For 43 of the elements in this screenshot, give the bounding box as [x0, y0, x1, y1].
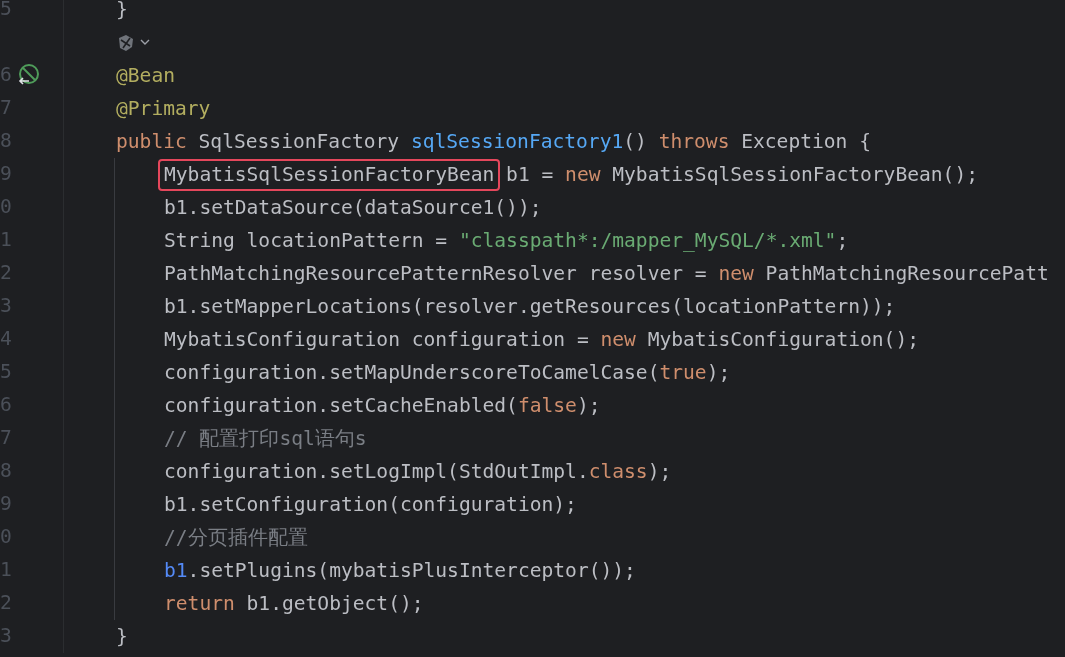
code-text: class [588, 459, 648, 484]
code-text: b1.getObject(); [245, 591, 424, 616]
code-text: new [718, 261, 754, 286]
code-text: b1.setMapperLocations(resolver.getResources(locationPattern)); [164, 294, 896, 319]
code-text: // 配置打印sql语句s [164, 426, 367, 451]
code-text: ; [836, 228, 849, 253]
code-text: return [164, 591, 235, 616]
code-text: b1 = [505, 162, 555, 187]
code-text: @Bean [116, 63, 175, 88]
code-text: throws [658, 129, 730, 154]
code-text: PathMatchingResourcePatternResolver resolver = [164, 261, 708, 286]
code-text: ); [706, 360, 731, 385]
code-text: public [116, 129, 187, 154]
code-text: b1.setDataSource(dataSource1()); [164, 195, 542, 220]
code-text: Exception { [740, 129, 871, 154]
highlighted-code: MybatisSqlSessionFactoryBean [158, 158, 501, 191]
code-text: //分页插件配置 [164, 525, 308, 550]
knot-icon[interactable] [116, 32, 136, 53]
code-text: MybatisConfiguration(); [646, 327, 919, 352]
code-text: new [565, 162, 601, 187]
code-text: configuration.setLogImpl(StdOutImpl. [164, 459, 589, 484]
code-text: } [116, 0, 128, 22]
code-text: PathMatchingResourcePatt [764, 261, 1049, 286]
code-text: } [116, 624, 128, 649]
code-text: b1.setConfiguration(configuration); [164, 492, 577, 517]
code-text: () [623, 129, 648, 154]
code-text: configuration.setCacheEnabled( [164, 393, 518, 418]
code-text: b1 [164, 558, 188, 583]
code-text: configuration.setMapUnderscoreToCamelCase( [164, 360, 660, 385]
code-text: MybatisSqlSessionFactoryBean(); [611, 162, 978, 187]
code-text: "classpath*:/mapper_MySQL/*.xml" [458, 228, 837, 253]
code-text: false [517, 393, 577, 418]
code-text: @Primary [116, 96, 211, 121]
code-text: .setPlugins(mybatisPlusInterceptor()); [187, 558, 636, 583]
code-text: String locationPattern = [164, 228, 449, 253]
code-text: new [600, 327, 636, 352]
code-text: ); [576, 393, 601, 418]
code-text: sqlSessionFactory1 [410, 129, 624, 154]
code-text: MybatisConfiguration configuration = [164, 327, 590, 352]
code-text: true [659, 360, 707, 385]
chevron-down-icon[interactable] [140, 39, 150, 46]
code-text: SqlSessionFactory [197, 129, 401, 154]
code-text: ); [647, 459, 672, 484]
